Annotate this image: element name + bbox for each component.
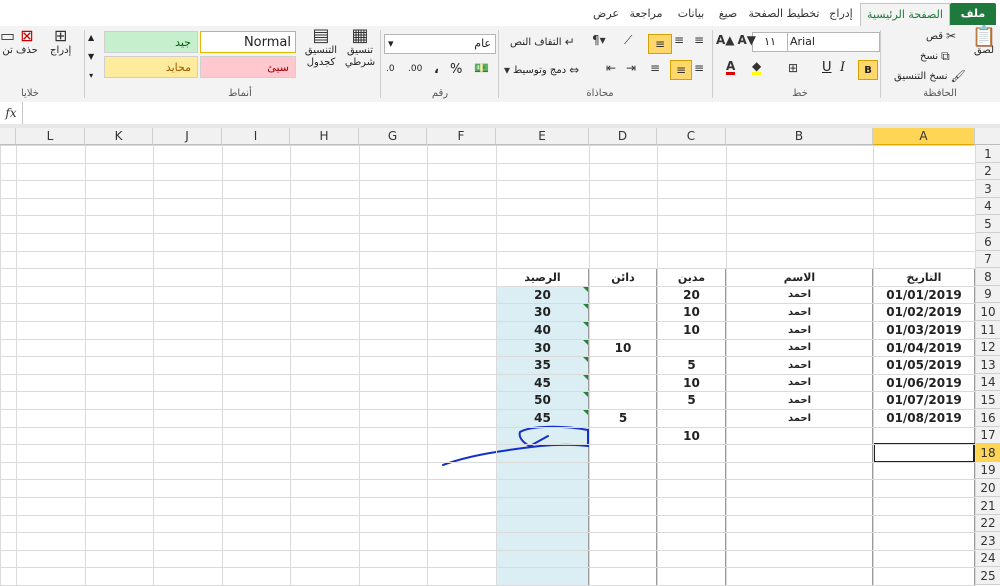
gridline-horizontal xyxy=(0,251,975,252)
gridline-horizontal xyxy=(0,198,975,199)
gridline-horizontal xyxy=(0,180,975,181)
gridline-vertical xyxy=(85,145,86,586)
gridline-vertical xyxy=(975,145,976,586)
gridline-horizontal xyxy=(0,374,975,375)
ink-annotation xyxy=(442,425,589,466)
gridline-horizontal xyxy=(0,532,975,533)
gridline-horizontal xyxy=(0,233,975,234)
gridline-horizontal xyxy=(0,356,975,357)
gridline-horizontal xyxy=(0,497,975,498)
gridline-horizontal xyxy=(0,145,975,146)
gridline-horizontal xyxy=(0,268,975,269)
gridline-vertical xyxy=(726,145,727,586)
gridline-horizontal xyxy=(0,339,975,340)
gridline-horizontal xyxy=(0,321,975,322)
gridline-horizontal xyxy=(0,409,975,410)
gridline-horizontal xyxy=(0,163,975,164)
gridline-vertical xyxy=(589,145,590,586)
gridline-vertical xyxy=(0,145,1,586)
gridline-vertical xyxy=(16,145,17,586)
gridline-horizontal xyxy=(0,303,975,304)
gridline-vertical xyxy=(222,145,223,586)
gridline-vertical xyxy=(290,145,291,586)
gridline-vertical xyxy=(153,145,154,586)
gridline-vertical xyxy=(427,145,428,586)
gridline-horizontal xyxy=(0,215,975,216)
gridline-horizontal xyxy=(0,286,975,287)
gridline-vertical xyxy=(873,145,874,586)
gridline-horizontal xyxy=(0,550,975,551)
gridline-horizontal xyxy=(0,462,975,463)
gridline-horizontal xyxy=(0,515,975,516)
gridline-horizontal xyxy=(0,444,975,445)
gridline-vertical xyxy=(496,145,497,586)
gridline-horizontal xyxy=(0,479,975,480)
ink-arrow-stroke xyxy=(442,425,589,466)
gridline-horizontal xyxy=(0,567,975,568)
gridline-vertical xyxy=(657,145,658,586)
gridline-vertical xyxy=(359,145,360,586)
gridline-horizontal xyxy=(0,391,975,392)
gridline-horizontal xyxy=(0,427,975,428)
